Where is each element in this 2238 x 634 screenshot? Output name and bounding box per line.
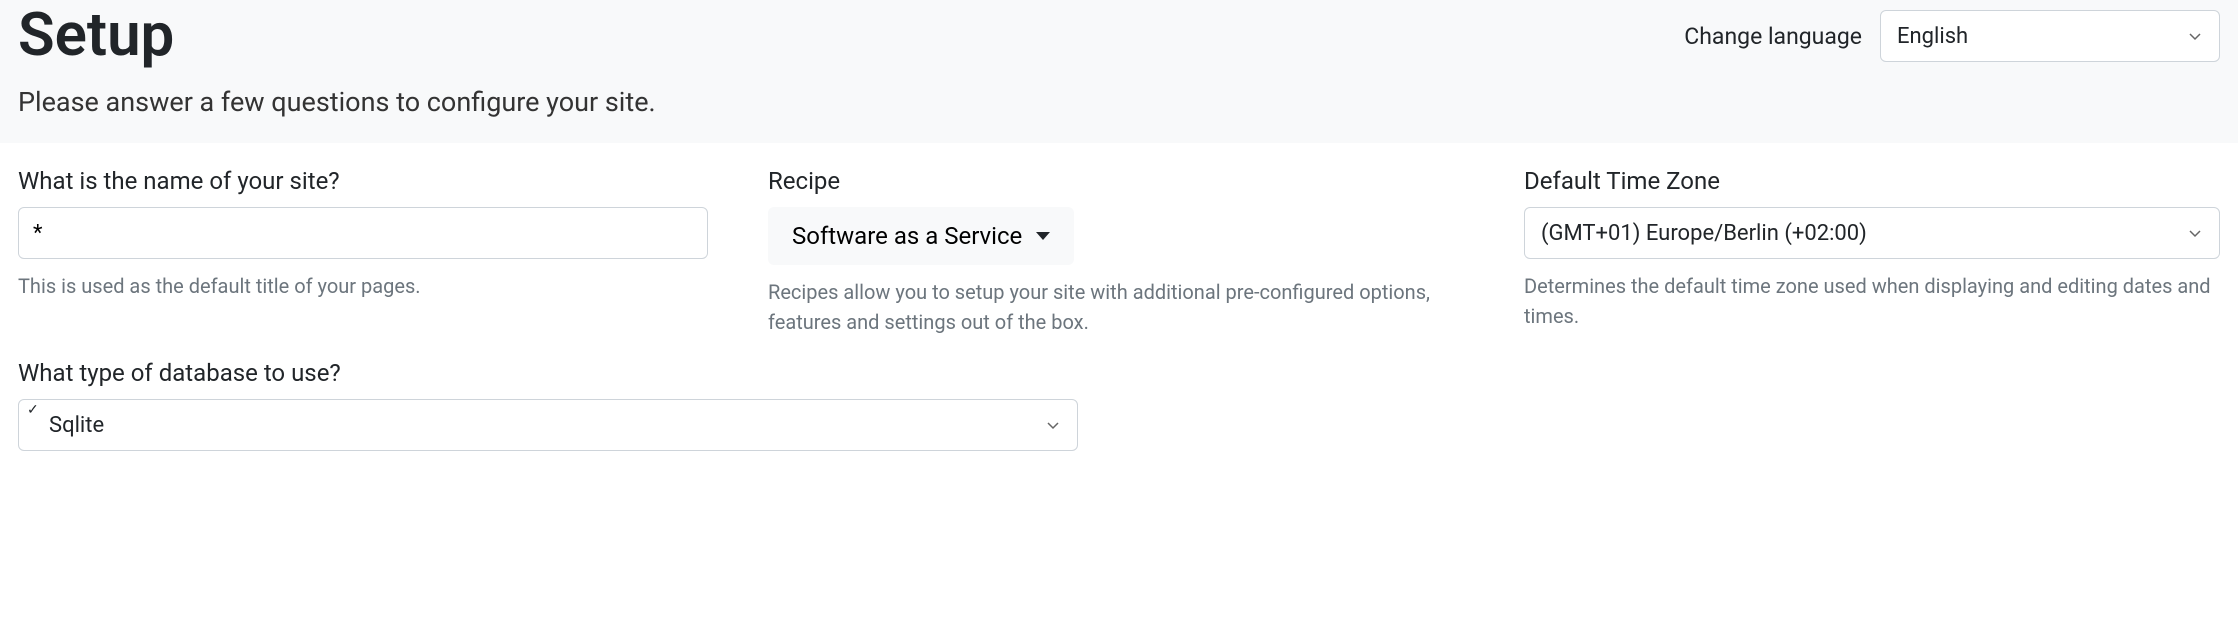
timezone-help: Determines the default time zone used wh… <box>1524 271 2220 331</box>
recipe-help: Recipes allow you to setup your site wit… <box>768 277 1464 337</box>
database-field: What type of database to use? ✓ Sqlite <box>18 359 2220 451</box>
language-select[interactable]: English <box>1880 10 2220 62</box>
timezone-label: Default Time Zone <box>1524 167 2220 195</box>
database-label: What type of database to use? <box>18 359 2220 387</box>
database-select[interactable]: ✓ Sqlite <box>18 399 1078 451</box>
database-value: Sqlite <box>35 413 104 438</box>
recipe-label: Recipe <box>768 167 1464 195</box>
timezone-select[interactable]: (GMT+01) Europe/Berlin (+02:00) <box>1524 207 2220 259</box>
site-name-help: This is used as the default title of you… <box>18 271 708 301</box>
page-subtitle: Please answer a few questions to configu… <box>18 86 2220 118</box>
change-language-label: Change language <box>1684 23 1862 50</box>
chevron-down-icon <box>2187 225 2203 241</box>
language-selector-wrap: Change language English <box>1684 0 2220 62</box>
recipe-dropdown-button[interactable]: Software as a Service <box>768 207 1074 265</box>
site-name-field: What is the name of your site? This is u… <box>18 167 708 337</box>
chevron-down-icon <box>2187 28 2203 44</box>
site-name-input[interactable] <box>18 207 708 259</box>
page-title: Setup <box>18 0 174 68</box>
recipe-field: Recipe Software as a Service Recipes all… <box>768 167 1464 337</box>
timezone-field: Default Time Zone (GMT+01) Europe/Berlin… <box>1524 167 2220 337</box>
check-icon: ✓ <box>27 402 39 418</box>
recipe-value: Software as a Service <box>792 222 1022 250</box>
site-name-label: What is the name of your site? <box>18 167 708 195</box>
language-select-value: English <box>1897 24 1968 49</box>
chevron-down-icon <box>1045 417 1061 433</box>
setup-form: What is the name of your site? This is u… <box>0 143 2238 471</box>
setup-header: Setup Change language English Please ans… <box>0 0 2238 143</box>
caret-down-icon <box>1036 232 1050 240</box>
timezone-value: (GMT+01) Europe/Berlin (+02:00) <box>1541 221 1867 246</box>
